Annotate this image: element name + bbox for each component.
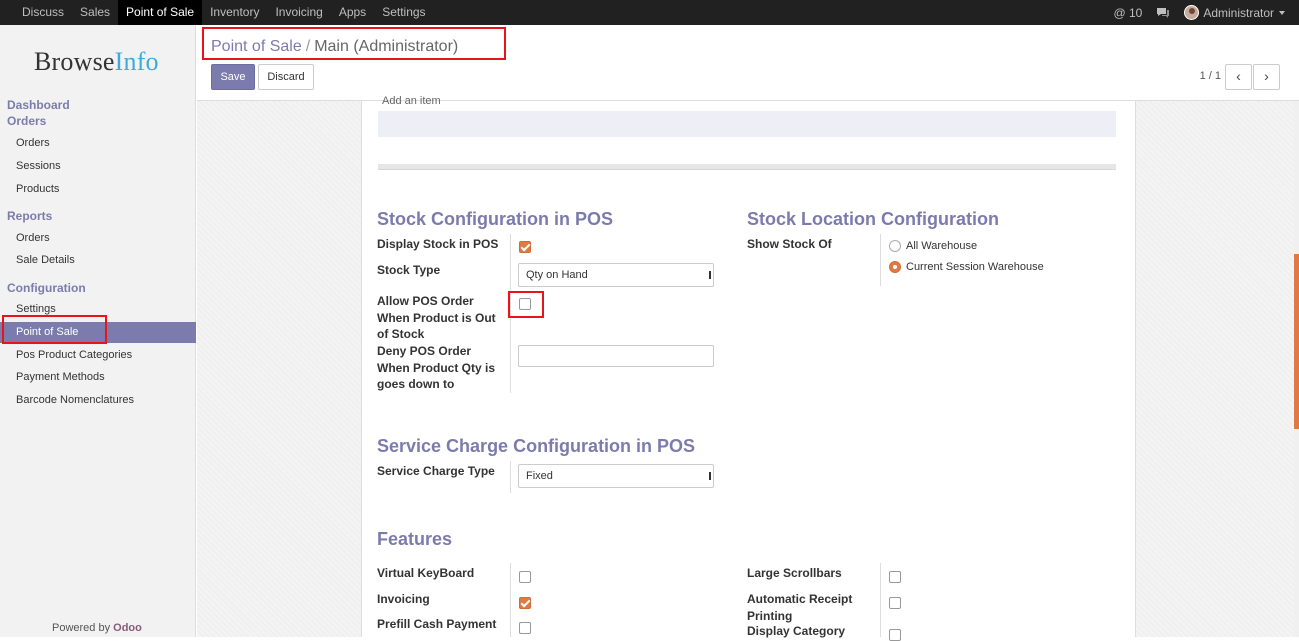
systray: @ 10 Administrator bbox=[1113, 0, 1299, 25]
sidebar-item-payment-methods[interactable]: Payment Methods bbox=[0, 367, 196, 388]
radio-current-session-warehouse-label: Current Session Warehouse bbox=[906, 261, 1044, 273]
scrollbar[interactable] bbox=[1294, 101, 1299, 637]
avatar bbox=[1184, 5, 1200, 20]
add-item-label: Add an item bbox=[382, 95, 441, 107]
large-scrollbars-checkbox[interactable] bbox=[889, 571, 901, 583]
field-divider bbox=[510, 461, 511, 493]
field-divider bbox=[880, 234, 881, 286]
highlight-sidebar-point-of-sale bbox=[2, 315, 107, 344]
scrollbar-thumb[interactable] bbox=[1294, 254, 1299, 429]
stock-type-label: Stock Type bbox=[377, 263, 441, 277]
sidebar-item-sessions[interactable]: Sessions bbox=[0, 156, 196, 177]
menu-inventory[interactable]: Inventory bbox=[202, 0, 267, 25]
display-category-label: Display Category bbox=[747, 624, 846, 638]
display-category-checkbox[interactable] bbox=[889, 629, 901, 641]
invoicing-checkbox[interactable] bbox=[519, 597, 531, 609]
sidebar-section-configuration: Configuration bbox=[7, 281, 86, 295]
odoo-link[interactable]: Odoo bbox=[113, 622, 142, 634]
chevron-left-icon[interactable]: ‹ bbox=[1225, 64, 1252, 90]
auto-receipt-label: Automatic Receipt Printing bbox=[747, 592, 853, 623]
sidebar-section-reports: Reports bbox=[7, 209, 53, 223]
service-charge-title: Service Charge Configuration in POS bbox=[377, 436, 696, 456]
activity-counter[interactable]: @ 10 bbox=[1113, 6, 1142, 20]
radio-all-warehouse-label: All Warehouse bbox=[906, 240, 978, 252]
menu-point-of-sale[interactable]: Point of Sale bbox=[118, 0, 203, 25]
auto-receipt-checkbox[interactable] bbox=[889, 597, 901, 609]
stock-location-title: Stock Location Configuration bbox=[747, 209, 999, 229]
sidebar-item-report-orders[interactable]: Orders bbox=[0, 228, 196, 249]
display-stock-checkbox[interactable] bbox=[519, 241, 531, 253]
allow-order-label: Allow POS Order When Product is Out of S… bbox=[377, 294, 496, 341]
menu-settings[interactable]: Settings bbox=[374, 0, 433, 25]
form-sheet: Add an item Stock Configuration in POS D… bbox=[361, 95, 1136, 641]
show-stock-label: Show Stock Of bbox=[747, 237, 832, 251]
display-stock-label: Display Stock in POS bbox=[377, 237, 499, 251]
pager-value[interactable]: 1 / 1 bbox=[1200, 70, 1221, 82]
field-divider bbox=[510, 563, 511, 637]
large-scrollbars-label: Large Scrollbars bbox=[747, 566, 842, 580]
sidebar-section-dashboard[interactable]: Dashboard bbox=[7, 98, 70, 112]
virtual-keyboard-label: Virtual KeyBoard bbox=[377, 566, 475, 580]
highlight-breadcrumb bbox=[202, 27, 506, 60]
deny-order-qty-input[interactable] bbox=[518, 345, 714, 367]
deny-order-label: Deny POS Order When Product Qty is goes … bbox=[377, 344, 496, 391]
list-footer-band bbox=[378, 111, 1116, 137]
service-charge-type-label: Service Charge Type bbox=[377, 464, 495, 478]
app-menu: Discuss Sales Point of Sale Inventory In… bbox=[14, 0, 434, 25]
sidebar-item-pos-categories[interactable]: Pos Product Categories bbox=[0, 345, 196, 366]
virtual-keyboard-checkbox[interactable] bbox=[519, 571, 531, 583]
field-divider bbox=[880, 563, 881, 637]
radio-current-session-warehouse[interactable] bbox=[889, 261, 901, 273]
sidebar-item-products[interactable]: Products bbox=[0, 179, 196, 200]
save-button[interactable]: Save bbox=[211, 64, 255, 90]
features-title: Features bbox=[377, 529, 453, 549]
radio-all-warehouse[interactable] bbox=[889, 240, 901, 252]
sidebar-item-sale-details[interactable]: Sale Details bbox=[0, 250, 196, 271]
discard-button[interactable]: Discard bbox=[258, 64, 314, 90]
sidebar-item-orders[interactable]: Orders bbox=[0, 133, 196, 154]
highlight-allow-order-checkbox bbox=[508, 291, 544, 318]
prefill-cash-checkbox[interactable] bbox=[519, 622, 531, 634]
menu-sales[interactable]: Sales bbox=[72, 0, 118, 25]
user-menu[interactable]: Administrator bbox=[1184, 5, 1285, 20]
powered-by: Powered by Odoo bbox=[52, 622, 142, 634]
caret-down-icon bbox=[1279, 10, 1285, 15]
form-view: Add an item Stock Configuration in POS D… bbox=[197, 95, 1299, 641]
top-navbar: Discuss Sales Point of Sale Inventory In… bbox=[0, 0, 1299, 25]
sidebar-section-orders: Orders bbox=[7, 114, 47, 128]
stock-type-select[interactable]: Qty on Hand bbox=[518, 263, 714, 287]
chevron-right-icon[interactable]: › bbox=[1253, 64, 1280, 90]
separator bbox=[378, 164, 1116, 170]
chat-icon[interactable] bbox=[1156, 7, 1170, 19]
stock-config-title: Stock Configuration in POS bbox=[377, 209, 614, 229]
user-name: Administrator bbox=[1203, 5, 1274, 20]
invoicing-label: Invoicing bbox=[377, 592, 430, 606]
service-charge-type-select[interactable]: Fixed bbox=[518, 464, 714, 488]
logo: BrowseInfo bbox=[34, 47, 159, 76]
prefill-cash-label: Prefill Cash Payment bbox=[377, 617, 497, 631]
sidebar-item-barcode-nomenclatures[interactable]: Barcode Nomenclatures bbox=[0, 390, 196, 411]
menu-invoicing[interactable]: Invoicing bbox=[267, 0, 330, 25]
menu-discuss[interactable]: Discuss bbox=[14, 0, 72, 25]
menu-apps[interactable]: Apps bbox=[331, 0, 374, 25]
